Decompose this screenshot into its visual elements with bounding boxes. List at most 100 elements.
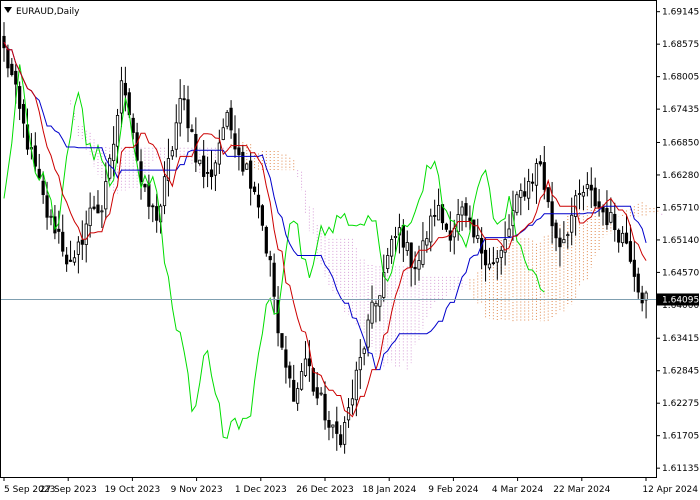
candle-body: [538, 161, 542, 165]
candle-body: [620, 232, 625, 244]
indicator-lines: [3, 41, 647, 439]
symbol-title: EURAUD,Daily: [4, 7, 80, 17]
candle-body: [530, 181, 535, 184]
candle-body: [217, 142, 221, 165]
x-tick-label: 18 Jan 2024: [362, 485, 416, 495]
candle-body: [252, 186, 257, 193]
y-tick-label: 1.61135: [662, 464, 699, 474]
candle-body: [299, 371, 304, 390]
candle-body: [57, 228, 61, 232]
candle-body: [519, 189, 523, 198]
candle-body: [178, 98, 182, 124]
candle-body: [343, 422, 347, 445]
candle-body: [147, 184, 151, 207]
candle-body: [358, 356, 362, 371]
candle-body: [264, 226, 268, 254]
candle-body: [104, 181, 108, 210]
candle-body: [487, 263, 492, 269]
candle-body: [570, 214, 574, 233]
candle-body: [581, 191, 586, 197]
candle-body: [303, 358, 308, 376]
y-tick-label: 1.62275: [662, 399, 699, 409]
triangle-down-icon: [4, 7, 12, 13]
candle-body: [72, 257, 77, 263]
candle-body: [636, 273, 640, 293]
candle-body: [182, 98, 186, 101]
x-tick-label: 26 Dec 2023: [296, 485, 354, 495]
candle-body: [88, 207, 92, 227]
candle-body: [10, 63, 14, 76]
candle-body: [68, 259, 73, 262]
candle-body: [507, 228, 511, 237]
candle-body: [644, 292, 648, 301]
y-tick-label: 1.66850: [662, 138, 699, 148]
candle-body: [460, 206, 464, 216]
candle-body: [307, 358, 311, 367]
candle-body: [21, 103, 26, 124]
candle-body: [624, 232, 629, 244]
candle-body: [417, 260, 421, 270]
candle-body: [405, 242, 409, 252]
tenkan-sen-line: [3, 41, 647, 418]
candle-body: [186, 99, 190, 129]
candle-body: [45, 195, 49, 218]
y-tick-label: 1.61705: [662, 432, 699, 442]
y-tick-label: 1.63415: [662, 334, 699, 344]
candle-body: [597, 201, 601, 208]
time-axis[interactable]: 5 Sep 202327 Sep 2023 19 Oct 2023 9 Nov 20…: [3, 477, 698, 495]
candle-body: [534, 163, 539, 186]
candle-body: [566, 234, 570, 237]
candle-body: [577, 193, 582, 196]
y-tick-label: 1.68005: [662, 73, 699, 83]
candle-body: [436, 204, 441, 221]
candle-body: [499, 249, 503, 258]
candle-body: [323, 393, 327, 421]
y-tick-label: 1.68575: [662, 40, 699, 50]
candle-body: [362, 348, 366, 354]
candle-body: [523, 191, 527, 197]
candle-body: [374, 302, 378, 307]
candle-body: [617, 229, 621, 243]
price-axis[interactable]: 1.69145 1.68575 1.68005 1.67435 1.66850 1.662…: [656, 8, 699, 474]
candle-body: [256, 194, 261, 208]
candle-body: [119, 80, 124, 114]
symbol-label: EURAUD,Daily: [16, 7, 80, 17]
candle-body: [472, 219, 476, 238]
candle-body: [339, 434, 343, 446]
candle-body: [115, 114, 120, 147]
candle-body: [155, 206, 159, 221]
candle-body: [483, 249, 488, 266]
candle-body: [389, 239, 394, 257]
x-tick-label: 22 Mar 2024: [553, 485, 610, 495]
candle-body: [640, 292, 644, 304]
candle-body: [409, 242, 413, 268]
candle-body: [65, 254, 69, 265]
candle-body: [41, 180, 45, 196]
candle-body: [112, 143, 116, 162]
candle-body: [280, 333, 284, 348]
candle-body: [190, 129, 194, 132]
candle-body: [135, 132, 139, 161]
x-tick-label: 1 Dec 2023: [235, 485, 287, 495]
candle-body: [249, 160, 253, 189]
candle-body: [468, 217, 472, 221]
x-tick-label: 19 Oct 2023: [105, 485, 161, 495]
candle-body: [170, 150, 174, 157]
candle-body: [76, 241, 80, 255]
candle-body: [464, 203, 468, 216]
x-tick-label: 12 Apr 2024: [642, 485, 698, 495]
x-tick-label: 4 Mar 2024: [492, 485, 544, 495]
chart-area[interactable]: 1.69145 1.68575 1.68005 1.67435 1.66850 1.662…: [0, 0, 700, 500]
candle-body: [628, 241, 633, 262]
candle-body: [123, 82, 127, 96]
candle-body: [589, 184, 593, 191]
candle-body: [33, 145, 37, 167]
candle-body: [18, 86, 22, 109]
candle-body: [425, 238, 429, 246]
candle-body: [162, 176, 167, 207]
candle-body: [96, 204, 100, 214]
y-tick-label: 1.69145: [662, 8, 699, 18]
current-price-label: 1.64095: [662, 295, 699, 305]
chikou-span-line: [3, 64, 545, 439]
candle-body: [605, 208, 609, 226]
